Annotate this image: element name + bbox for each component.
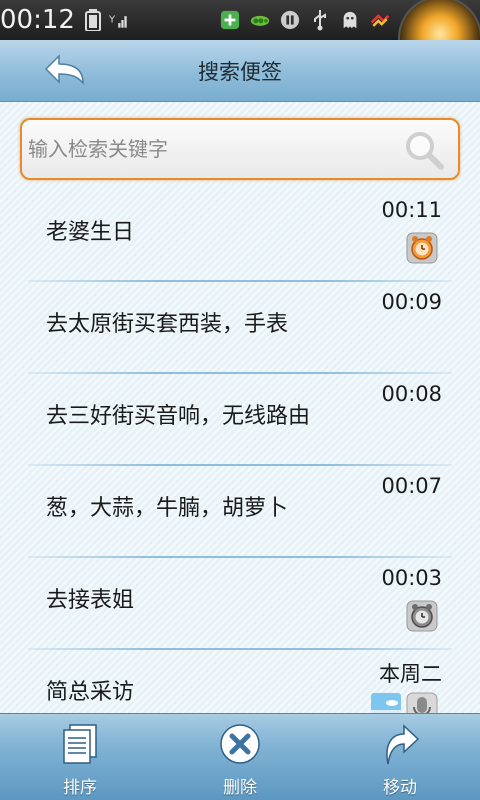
status-orb (394, 0, 480, 40)
bottom-toolbar: 排序 删除 移动 (0, 713, 480, 800)
search-icon[interactable] (402, 128, 446, 172)
sort-button[interactable]: 排序 (0, 714, 160, 800)
note-title: 简总采访 (46, 680, 135, 705)
move-label: 移动 (383, 778, 417, 798)
voice-icon (406, 692, 438, 714)
alarm-gray-icon (406, 600, 438, 632)
note-time: 本周二 (379, 662, 442, 686)
search-input[interactable] (28, 129, 388, 169)
note-time: 00:03 (381, 566, 442, 590)
back-arrow-icon (44, 54, 84, 86)
note-time: 00:07 (381, 474, 442, 498)
back-button[interactable] (40, 50, 90, 92)
image-icon (371, 693, 401, 714)
header: 搜索便签 (0, 40, 480, 102)
note-title: 葱，大蒜，牛腩，胡萝卜 (46, 496, 289, 521)
content-area: 老婆生日 00:11 去太原街买套西装，手表 00:09 去三好街买音响，无线路… (0, 102, 480, 714)
list-item[interactable]: 老婆生日 00:11 (28, 190, 452, 282)
note-time: 00:09 (381, 290, 442, 314)
list-item[interactable]: 去接表姐 00:03 (28, 558, 452, 650)
note-time: 00:11 (381, 198, 442, 222)
list-item[interactable]: 去三好街买音响，无线路由 00:08 (28, 374, 452, 466)
pause-icon (280, 9, 300, 31)
svg-text:Y: Y (109, 14, 116, 25)
forward-arrow-icon (378, 722, 422, 766)
list-item[interactable]: 去太原街买套西装，手表 00:09 (28, 282, 452, 374)
note-title: 去接表姐 (46, 588, 135, 613)
alarm-orange-icon (406, 232, 438, 264)
ribbon-icon (370, 9, 390, 31)
search-box (20, 118, 460, 180)
note-title: 去三好街买音响，无线路由 (46, 404, 311, 429)
usb-icon (310, 9, 330, 31)
sort-label: 排序 (63, 778, 97, 798)
list-item[interactable]: 简总采访 本周二 (28, 650, 452, 714)
delete-label: 删除 (223, 778, 257, 798)
battery-icon (83, 9, 103, 31)
list-item[interactable]: 葱，大蒜，牛腩，胡萝卜 00:07 (28, 466, 452, 558)
delete-button[interactable]: 删除 (160, 714, 320, 800)
note-title: 老婆生日 (46, 220, 135, 245)
document-icon (58, 722, 102, 766)
peapod-icon (250, 9, 270, 31)
delete-icon (218, 722, 262, 766)
page-title: 搜索便签 (198, 59, 282, 84)
signal-icon: Y (109, 9, 129, 31)
note-title: 去太原街买套西装，手表 (46, 312, 289, 337)
app-plus-icon (220, 9, 240, 31)
note-time: 00:08 (381, 382, 442, 406)
status-bar: 00:12 Y (0, 0, 480, 40)
ghost-icon (340, 9, 360, 31)
note-list: 老婆生日 00:11 去太原街买套西装，手表 00:09 去三好街买音响，无线路… (28, 190, 452, 714)
move-button[interactable]: 移动 (320, 714, 480, 800)
status-time: 00:12 (0, 5, 75, 35)
